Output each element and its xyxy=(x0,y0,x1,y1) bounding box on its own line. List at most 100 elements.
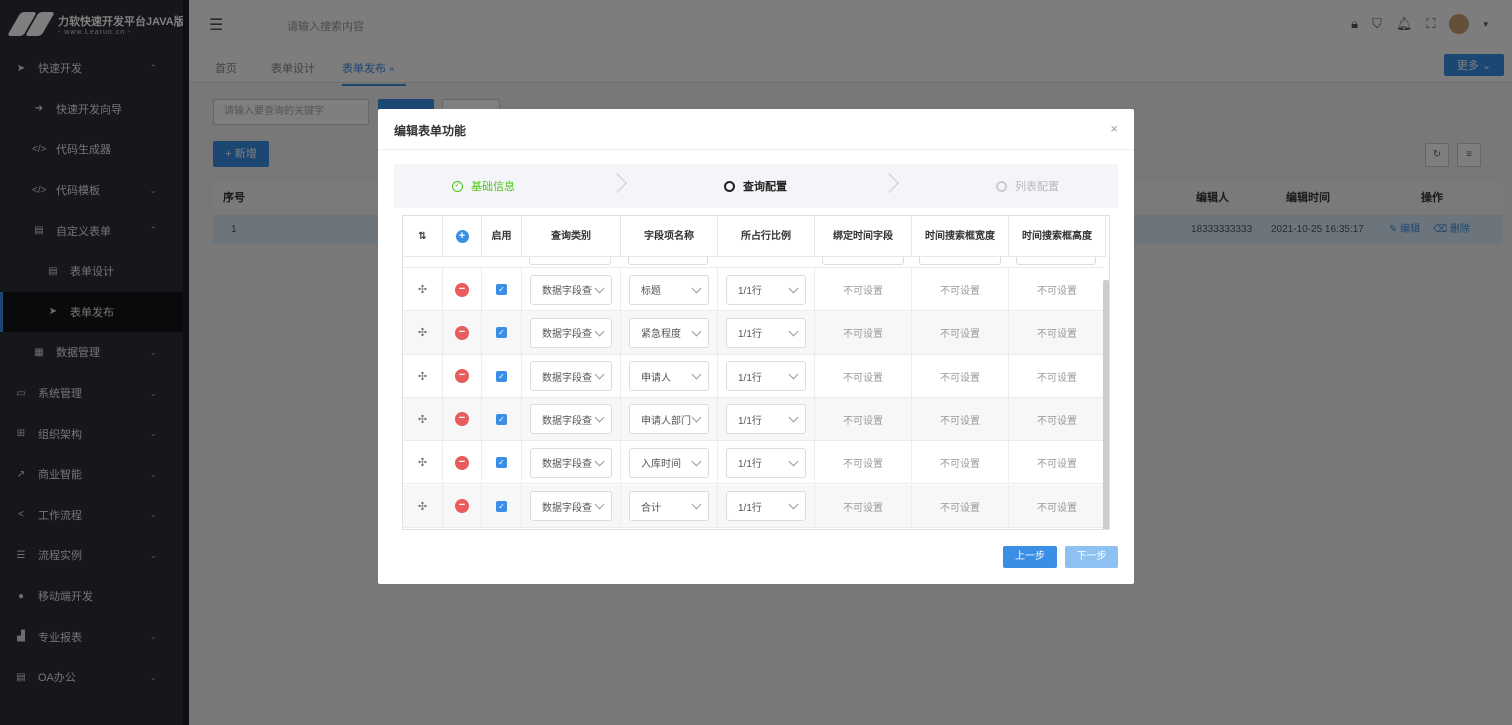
chevron-down-icon xyxy=(691,499,702,510)
chevron-down-icon xyxy=(788,412,799,423)
step-query-config[interactable]: 查询配置 xyxy=(724,164,787,208)
enable-checkbox[interactable]: ✓ xyxy=(496,370,507,382)
chevron-down-icon xyxy=(788,456,799,467)
circle-icon xyxy=(724,180,735,192)
field-select[interactable]: 入库时间 xyxy=(629,447,709,478)
remove-row-icon[interactable]: − xyxy=(455,282,469,297)
remove-row-icon[interactable]: − xyxy=(455,369,469,384)
chevron-down-icon xyxy=(594,499,605,510)
field-value: 紧急程度 xyxy=(641,329,681,341)
query-type-select[interactable]: 数据字段查 xyxy=(530,274,612,305)
field-select[interactable]: 紧急程度 xyxy=(629,317,709,348)
field-value: 入库时间 xyxy=(641,459,681,471)
chevron-down-icon xyxy=(788,369,799,380)
col-field-name: 字段项名称 xyxy=(621,216,718,257)
bind-time-cell: 不可设置 xyxy=(815,441,912,485)
ratio-select[interactable]: 1/1行 xyxy=(726,447,806,478)
config-row[interactable]: ✣ − ✓ 数据字段查 申请人部门 1/1行 不可设置 不可设置 不可设置 xyxy=(403,397,1106,442)
remove-row-icon[interactable]: − xyxy=(455,499,469,513)
config-row[interactable]: ✣ − ✓ 数据字段查 申请人 1/1行 不可设置 不可设置 不可设置 xyxy=(403,354,1106,398)
config-row[interactable]: ✣ − ✓ 数据字段查 标题 1/1行 不可设置 不可设置 不可设置 xyxy=(403,268,1106,312)
chevron-down-icon xyxy=(594,369,605,380)
width-cell: 不可设置 xyxy=(912,354,1009,398)
step-basic-info[interactable]: ✓ 基础信息 xyxy=(452,164,515,208)
prev-step-button[interactable]: 上一步 xyxy=(1003,546,1057,568)
field-value: 申请人部门 xyxy=(641,415,691,427)
config-row[interactable]: ✣ − ✓ 数据字段查 入库时间 1/1行 不可设置 不可设置 不可设置 xyxy=(403,441,1106,485)
field-value: 标题 xyxy=(641,286,661,297)
bind-time-cell: 不可设置 xyxy=(815,484,912,528)
sort-icon[interactable]: ⇅ xyxy=(403,216,443,257)
width-cell: 不可设置 xyxy=(912,268,1009,311)
drag-handle-icon[interactable]: ✣ xyxy=(418,283,427,296)
modal-divider xyxy=(378,149,1134,150)
enable-checkbox[interactable]: ✓ xyxy=(496,413,507,425)
height-cell: 不可设置 xyxy=(1009,354,1106,398)
field-select[interactable]: 申请人 xyxy=(629,361,709,392)
col-height: 时间搜索框高度 xyxy=(1009,216,1106,257)
ratio-value: 1/1行 xyxy=(738,459,762,471)
scrollbar-thumb[interactable] xyxy=(1103,280,1109,529)
ratio-value: 1/1行 xyxy=(738,329,762,341)
bind-time-cell: 不可设置 xyxy=(815,268,912,311)
drag-handle-icon[interactable]: ✣ xyxy=(418,370,427,383)
drag-handle-icon[interactable]: ✣ xyxy=(418,456,427,469)
chevron-down-icon xyxy=(788,283,799,293)
remove-row-icon[interactable]: − xyxy=(455,412,469,427)
config-row[interactable]: ✣ − ✓ 数据字段查 紧急程度 1/1行 不可设置 不可设置 不可设置 xyxy=(403,311,1106,355)
enable-checkbox[interactable]: ✓ xyxy=(496,284,507,295)
add-row-icon[interactable]: + xyxy=(455,230,469,243)
bind-time-cell: 不可设置 xyxy=(815,311,912,355)
step-basic-info-label: 基础信息 xyxy=(471,181,515,193)
config-scrollbar[interactable] xyxy=(1103,216,1109,529)
query-type-value: 数据字段查 xyxy=(542,372,592,384)
ratio-select[interactable]: 1/1行 xyxy=(726,491,806,521)
width-cell: 不可设置 xyxy=(912,311,1009,355)
chevron-down-icon xyxy=(788,326,799,337)
query-type-select[interactable]: 数据字段查 xyxy=(530,404,612,435)
drag-handle-icon[interactable]: ✣ xyxy=(418,326,427,339)
step-list-config-label: 列表配置 xyxy=(1015,181,1059,193)
ratio-select[interactable]: 1/1行 xyxy=(726,274,806,305)
ratio-value: 1/1行 xyxy=(738,415,762,427)
step-arrow-icon xyxy=(607,173,627,193)
ratio-value: 1/1行 xyxy=(738,372,762,384)
col-width: 时间搜索框宽度 xyxy=(912,216,1009,257)
ratio-value: 1/1行 xyxy=(738,286,762,297)
chevron-down-icon xyxy=(594,456,605,467)
col-bind-time: 绑定时间字段 xyxy=(815,216,912,257)
ratio-select[interactable]: 1/1行 xyxy=(726,317,806,348)
watermark: @稀土掘金技术社区 xyxy=(1338,685,1492,704)
chevron-down-icon xyxy=(594,283,605,293)
chevron-down-icon xyxy=(691,283,702,293)
ratio-select[interactable]: 1/1行 xyxy=(726,361,806,392)
field-select[interactable]: 标题 xyxy=(629,274,709,305)
enable-checkbox[interactable]: ✓ xyxy=(496,500,507,512)
chevron-down-icon xyxy=(691,456,702,467)
drag-handle-icon[interactable]: ✣ xyxy=(418,413,427,426)
query-type-select[interactable]: 数据字段查 xyxy=(530,361,612,392)
query-type-value: 数据字段查 xyxy=(542,329,592,341)
chevron-down-icon xyxy=(594,412,605,423)
wizard-steps: ✓ 基础信息 查询配置 列表配置 xyxy=(394,164,1118,208)
query-type-value: 数据字段查 xyxy=(542,459,592,471)
check-circle-icon: ✓ xyxy=(452,180,463,192)
col-ratio: 所占行比例 xyxy=(718,216,815,257)
field-value: 申请人 xyxy=(641,372,671,384)
enable-checkbox[interactable]: ✓ xyxy=(496,327,507,339)
next-step-button[interactable]: 下一步 xyxy=(1065,546,1118,568)
ratio-select[interactable]: 1/1行 xyxy=(726,404,806,435)
drag-handle-icon[interactable]: ✣ xyxy=(418,500,427,513)
modal-title: 编辑表单功能 xyxy=(394,124,467,138)
query-type-select[interactable]: 数据字段查 xyxy=(530,317,612,348)
close-icon[interactable]: × xyxy=(1110,121,1118,136)
remove-row-icon[interactable]: − xyxy=(455,325,469,340)
query-type-select[interactable]: 数据字段查 xyxy=(530,491,612,521)
step-list-config[interactable]: 列表配置 xyxy=(996,164,1059,208)
enable-checkbox[interactable]: ✓ xyxy=(496,457,507,469)
config-row[interactable]: ✣ − ✓ 数据字段查 合计 1/1行 不可设置 不可设置 不可设置 xyxy=(403,484,1106,528)
remove-row-icon[interactable]: − xyxy=(455,455,469,470)
query-type-select[interactable]: 数据字段查 xyxy=(530,447,612,478)
field-select[interactable]: 合计 xyxy=(629,491,709,521)
field-select[interactable]: 申请人部门 xyxy=(629,404,709,435)
